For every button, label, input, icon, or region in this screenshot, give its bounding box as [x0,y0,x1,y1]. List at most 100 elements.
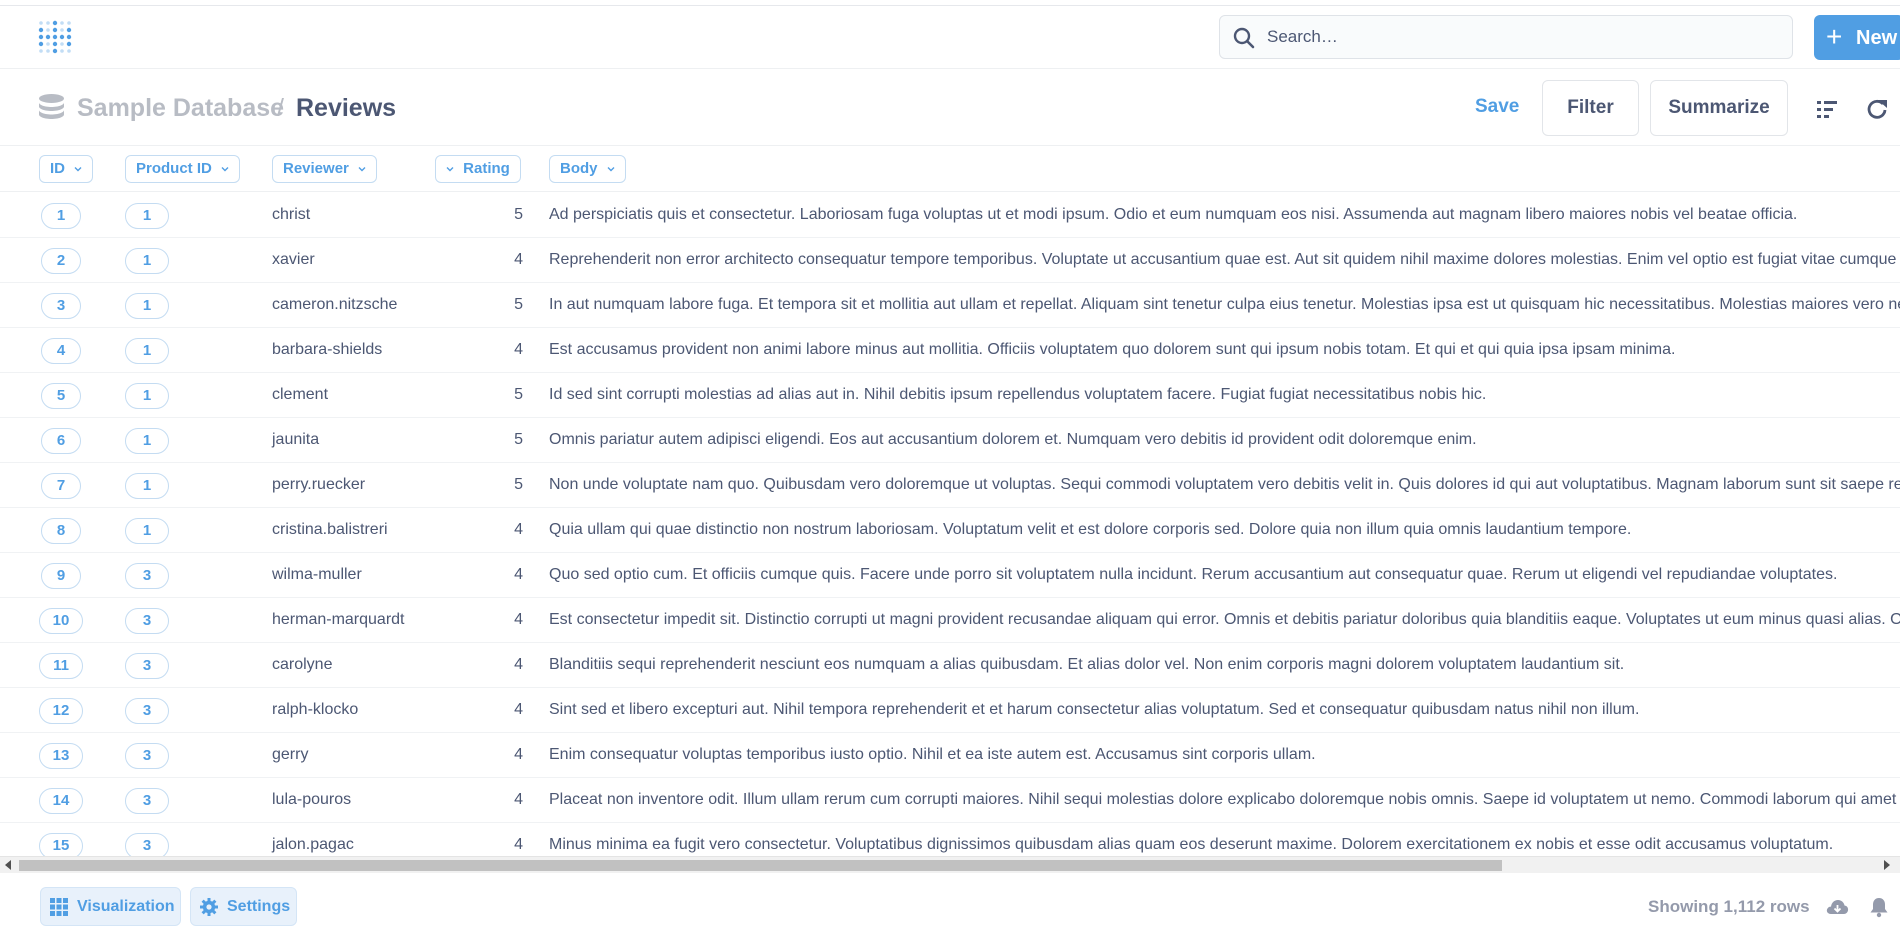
id-cell[interactable]: 5 [41,383,81,409]
id-cell[interactable]: 3 [41,293,81,319]
bell-icon[interactable] [1868,896,1890,918]
rating-cell[interactable]: 4 [440,553,523,597]
product-id-cell[interactable]: 3 [125,563,169,589]
body-cell[interactable]: Reprehenderit non error architecto conse… [549,238,1900,282]
rating-cell[interactable]: 5 [440,418,523,462]
reviewer-cell[interactable]: carolyne [272,643,332,687]
settings-label: Settings [227,898,291,915]
page-title[interactable]: Reviews [296,94,396,123]
rating-cell[interactable]: 5 [440,283,523,327]
rating-cell[interactable]: 4 [440,508,523,552]
search-bar[interactable] [1219,15,1793,59]
rating-cell[interactable]: 5 [440,463,523,507]
notebook-icon[interactable] [1816,98,1838,120]
product-id-cell[interactable]: 3 [125,833,169,856]
refresh-icon[interactable] [1866,98,1888,120]
settings-button[interactable]: Settings [190,887,297,926]
body-cell[interactable]: Placeat non inventore odit. Illum ullam … [549,778,1900,822]
breadcrumb-database[interactable]: Sample Database [77,94,284,123]
body-cell[interactable]: Non unde voluptate nam quo. Quibusdam ve… [549,463,1900,507]
scroll-right-arrow-icon[interactable] [1884,860,1890,870]
rating-cell[interactable]: 4 [440,688,523,732]
horizontal-scrollbar[interactable] [0,856,1900,873]
scroll-left-arrow-icon[interactable] [5,860,11,870]
body-cell[interactable]: Id sed sint corrupti molestias ad alias … [549,373,1486,417]
reviewer-cell[interactable]: clement [272,373,328,417]
reviewer-cell[interactable]: wilma-muller [272,553,362,597]
save-button[interactable]: Save [1475,96,1519,118]
body-cell[interactable]: Est accusamus provident non animi labore… [549,328,1675,372]
column-header-id[interactable]: ID [39,155,94,183]
body-cell[interactable]: Est consectetur impedit sit. Distinctio … [549,598,1900,642]
body-cell[interactable]: In aut numquam labore fuga. Et tempora s… [549,283,1900,327]
scrollbar-thumb[interactable] [19,860,1502,871]
product-id-cell[interactable]: 3 [125,653,169,679]
reviewer-cell[interactable]: lula-pouros [272,778,351,822]
rating-cell[interactable]: 4 [440,733,523,777]
body-cell[interactable]: Sint sed et libero excepturi aut. Nihil … [549,688,1639,732]
column-header-rating[interactable]: Rating [435,155,521,183]
reviewer-cell[interactable]: jalon.pagac [272,823,354,856]
rating-cell[interactable]: 4 [440,778,523,822]
column-header-body[interactable]: Body [549,155,626,183]
product-id-cell[interactable]: 3 [125,698,169,724]
column-header-product-id[interactable]: Product ID [125,155,241,183]
id-cell[interactable]: 4 [41,338,81,364]
metabase-logo-icon[interactable] [38,20,72,56]
rating-cell[interactable]: 4 [440,823,523,856]
id-cell[interactable]: 12 [39,698,83,724]
reviewer-cell[interactable]: ralph-klocko [272,688,358,732]
product-id-cell[interactable]: 1 [125,473,169,499]
id-cell[interactable]: 1 [41,203,81,229]
rating-cell[interactable]: 5 [440,193,523,237]
body-cell[interactable]: Quo sed optio cum. Et officiis cumque qu… [549,553,1837,597]
filter-button[interactable]: Filter [1542,80,1639,136]
reviewer-cell[interactable]: barbara-shields [272,328,382,372]
product-id-cell[interactable]: 3 [125,608,169,634]
id-cell[interactable]: 14 [39,788,83,814]
id-cell[interactable]: 2 [41,248,81,274]
product-id-cell[interactable]: 1 [125,203,169,229]
product-id-cell[interactable]: 1 [125,293,169,319]
product-id-cell[interactable]: 1 [125,518,169,544]
rating-cell[interactable]: 4 [440,328,523,372]
product-id-cell[interactable]: 3 [125,743,169,769]
visualization-button[interactable]: Visualization [40,887,181,926]
reviewer-cell[interactable]: cameron.nitzsche [272,283,397,327]
id-cell[interactable]: 6 [41,428,81,454]
id-cell[interactable]: 13 [39,743,83,769]
summarize-button[interactable]: Summarize [1650,80,1788,136]
reviewer-cell[interactable]: cristina.balistreri [272,508,388,552]
rating-cell[interactable]: 4 [440,238,523,282]
id-cell[interactable]: 9 [41,563,81,589]
id-cell[interactable]: 10 [39,608,83,634]
product-id-cell[interactable]: 1 [125,428,169,454]
body-cell[interactable]: Quia ullam qui quae distinctio non nostr… [549,508,1631,552]
download-icon[interactable] [1825,897,1849,917]
rating-cell[interactable]: 5 [440,373,523,417]
rating-cell[interactable]: 4 [440,598,523,642]
new-button[interactable]: + New [1814,15,1900,60]
product-id-cell[interactable]: 1 [125,338,169,364]
id-cell[interactable]: 11 [39,653,83,679]
body-cell[interactable]: Ad perspiciatis quis et consectetur. Lab… [549,193,1797,237]
id-cell[interactable]: 15 [39,833,83,856]
reviewer-cell[interactable]: xavier [272,238,315,282]
reviewer-cell[interactable]: christ [272,193,310,237]
body-cell[interactable]: Minus minima ea fugit vero consectetur. … [549,823,1833,856]
body-cell[interactable]: Omnis pariatur autem adipisci eligendi. … [549,418,1477,462]
id-cell[interactable]: 8 [41,518,81,544]
product-id-cell[interactable]: 1 [125,383,169,409]
rating-cell[interactable]: 4 [440,643,523,687]
reviewer-cell[interactable]: jaunita [272,418,319,462]
reviewer-cell[interactable]: perry.ruecker [272,463,365,507]
reviewer-cell[interactable]: herman-marquardt [272,598,405,642]
id-cell[interactable]: 7 [41,473,81,499]
body-cell[interactable]: Blanditiis sequi reprehenderit nesciunt … [549,643,1624,687]
reviewer-cell[interactable]: gerry [272,733,308,777]
body-cell[interactable]: Enim consequatur voluptas temporibus ius… [549,733,1316,777]
product-id-cell[interactable]: 1 [125,248,169,274]
product-id-cell[interactable]: 3 [125,788,169,814]
search-input[interactable] [1267,16,1767,58]
column-header-reviewer[interactable]: Reviewer [272,155,378,183]
